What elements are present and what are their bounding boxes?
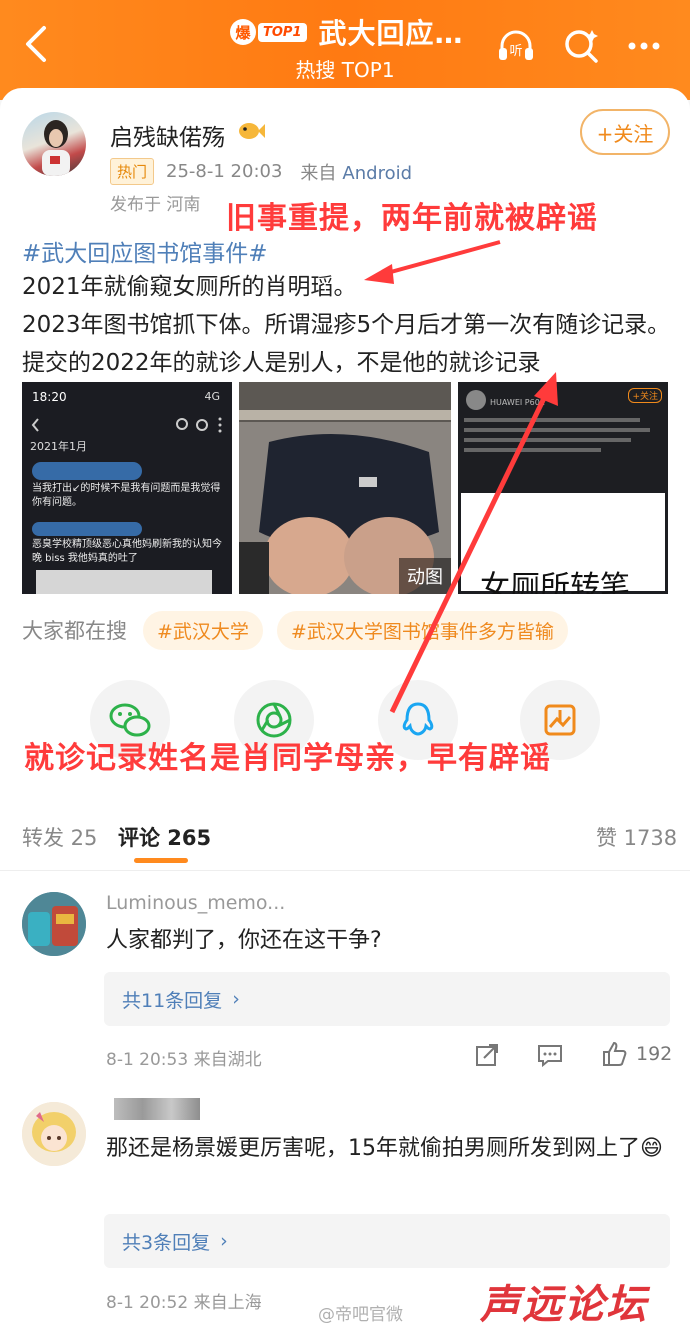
comment-2-reply-count: 共3条回复 [122, 1231, 211, 1254]
tab-like[interactable]: 赞 1738 [596, 822, 677, 852]
annotation-top: 旧事重提，两年前就被辟谣 [226, 201, 598, 236]
comment-1-username[interactable]: Luminous_memo... [106, 892, 285, 914]
comment-1-like-count: 192 [636, 1043, 673, 1065]
comment-1-replies[interactable]: 共11条回复 › [104, 972, 670, 1026]
thumbs-up-icon [603, 1041, 627, 1066]
active-tab-indicator [134, 858, 188, 863]
comment-1-like[interactable]: 192 [600, 1040, 672, 1068]
weibo-watermark: @帝吧官微 [318, 1305, 403, 1325]
comment-2-text: 那还是杨景媛更厉害呢，15年就偷拍男厕所发到网上了😄 [106, 1136, 663, 1161]
annotation-bottom: 就诊记录姓名是肖同学母亲，早有辟谣 [24, 741, 551, 776]
comment-1-share[interactable] [474, 1042, 500, 1068]
comment-1-text: 人家都判了，你还在这干争? [106, 928, 382, 953]
forum-watermark-logo: 声远论坛 [480, 1282, 648, 1328]
share-icon [476, 1044, 498, 1066]
interaction-tabs [0, 798, 690, 870]
comment-2-avatar[interactable] [22, 1102, 86, 1166]
comment-2-username-blurred [114, 1098, 200, 1120]
comment-2-replies[interactable]: 共3条回复 › [104, 1214, 670, 1268]
chevron-right-icon: › [220, 1230, 228, 1252]
chevron-right-icon: › [232, 988, 240, 1010]
tab-comment[interactable]: 评论 265 [118, 822, 211, 852]
comment-2-meta: 8-1 20:52 来自上海 [106, 1293, 262, 1313]
comment-1-meta: 8-1 20:53 来自湖北 [106, 1050, 262, 1070]
comment-1-avatar[interactable] [22, 892, 86, 956]
tab-repost[interactable]: 转发 25 [22, 822, 97, 852]
comment-1-reply-count: 共11条回复 [122, 989, 223, 1012]
comment-1-reply[interactable] [536, 1042, 564, 1068]
comment-icon [538, 1045, 562, 1068]
